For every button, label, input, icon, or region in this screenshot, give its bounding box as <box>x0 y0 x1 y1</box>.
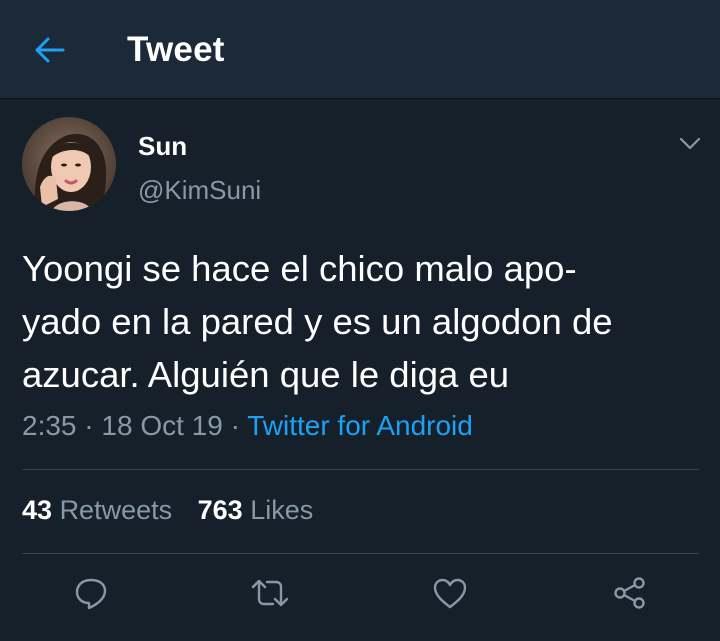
heart-icon <box>433 578 467 609</box>
reply-icon <box>75 578 107 610</box>
back-button[interactable] <box>28 28 72 72</box>
likes-stat[interactable]: 763 Likes <box>198 495 314 526</box>
likes-count: 763 <box>197 495 243 525</box>
divider <box>22 469 699 470</box>
action-bar <box>0 568 720 618</box>
display-name[interactable]: Sun <box>138 131 187 162</box>
retweets-count: 43 <box>22 495 53 525</box>
retweets-stat[interactable]: 43 Retweets <box>22 495 172 526</box>
retweet-button[interactable] <box>245 568 295 618</box>
retweet-icon <box>251 579 289 607</box>
likes-label: Likes <box>250 495 314 525</box>
share-button[interactable] <box>605 568 655 618</box>
tweet-source-link[interactable]: Twitter for Android <box>247 410 473 441</box>
meta-separator: · <box>84 410 94 441</box>
username-handle[interactable]: @KimSuni <box>138 175 261 206</box>
share-icon <box>614 577 645 609</box>
top-bar: Tweet <box>0 0 720 99</box>
tweet-text: Yoongi se hace el chico malo apo- yado e… <box>22 242 702 401</box>
retweets-label: Retweets <box>59 495 173 525</box>
avatar[interactable] <box>22 117 116 211</box>
meta-separator: · <box>230 410 240 441</box>
reply-button[interactable] <box>66 568 116 618</box>
tweet-stats: 43 Retweets 763 Likes <box>22 495 313 526</box>
like-button[interactable] <box>425 568 475 618</box>
arrow-left-icon <box>35 37 65 63</box>
tweet-menu-button[interactable] <box>672 126 708 162</box>
divider <box>22 553 699 554</box>
page-title: Tweet <box>127 30 225 69</box>
tweet-text-body: Yoongi se hace el chico malo apo- yado e… <box>22 248 613 395</box>
tweet-meta: 2:35 · 18 Oct 19 · Twitter for Android <box>22 410 473 442</box>
tweet-time[interactable]: 2:35 <box>22 410 77 441</box>
tweet-date[interactable]: 18 Oct 19 <box>101 410 222 441</box>
chevron-down-icon <box>679 137 701 150</box>
